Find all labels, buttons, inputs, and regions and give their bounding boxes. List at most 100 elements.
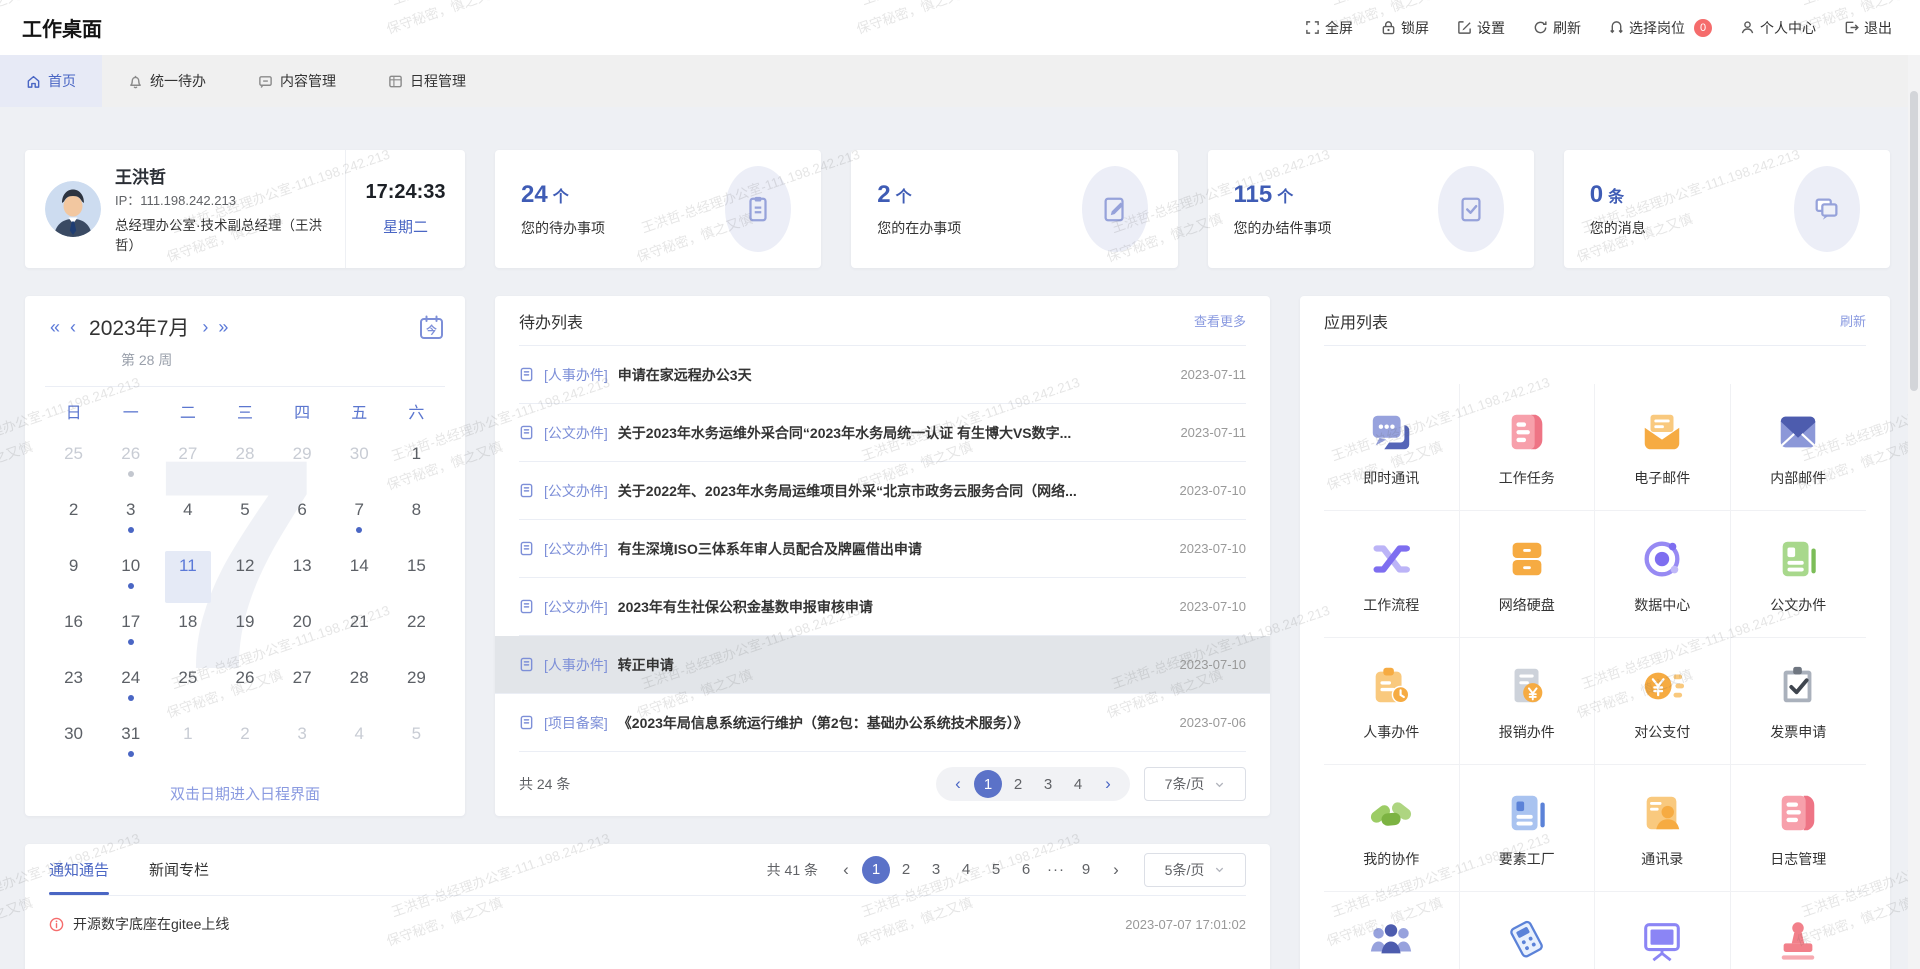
calendar-day[interactable]: 22: [393, 607, 439, 659]
view-more-link[interactable]: 查看更多: [1194, 311, 1246, 330]
calendar-day[interactable]: 13: [279, 551, 325, 603]
todo-item[interactable]: [公文办件]2023年有生社保公积金基数申报审核申请2023-07-10: [519, 578, 1246, 636]
stat-card-1[interactable]: 24个您的待办事项: [495, 150, 821, 268]
calendar-day[interactable]: 2: [222, 719, 268, 771]
nav-tab-1[interactable]: 首页: [0, 55, 102, 107]
calendar-day[interactable]: 1: [165, 719, 211, 771]
page-button[interactable]: 4: [952, 856, 980, 884]
app-item[interactable]: 电子邮件: [1595, 384, 1731, 511]
nav-tab-3[interactable]: 内容管理: [232, 55, 362, 107]
app-item[interactable]: 数据中心: [1595, 511, 1731, 638]
nav-tab-4[interactable]: 日程管理: [362, 55, 492, 107]
page-button[interactable]: 2: [1004, 770, 1032, 798]
page-button[interactable]: 1: [862, 856, 890, 884]
prev-page-button[interactable]: ‹: [832, 856, 860, 884]
calendar-day[interactable]: 23: [51, 663, 97, 715]
calendar-day[interactable]: 29: [393, 663, 439, 715]
calendar-day[interactable]: 5: [393, 719, 439, 771]
prev-year-button[interactable]: «: [45, 318, 65, 336]
todo-item[interactable]: [公文办件]关于2023年水务运维外采合同“2023年水务局统一认证 有生博大V…: [519, 404, 1246, 462]
calendar-day[interactable]: 9: [51, 551, 97, 603]
app-item[interactable]: [1324, 892, 1460, 969]
stat-card-4[interactable]: 0条您的消息: [1564, 150, 1890, 268]
calendar-day[interactable]: 4: [336, 719, 382, 771]
select-post-button[interactable]: 选择岗位0: [1609, 18, 1712, 38]
calendar-day[interactable]: 26: [108, 439, 154, 491]
app-item[interactable]: 网络硬盘: [1460, 511, 1596, 638]
nav-tab-2[interactable]: 统一待办: [102, 55, 232, 107]
calendar-day[interactable]: 1: [393, 439, 439, 491]
notices-page-size-select[interactable]: 5条/页: [1144, 853, 1246, 887]
todo-item[interactable]: [人事办件]申请在家远程办公3天2023-07-11: [519, 346, 1246, 404]
next-page-button[interactable]: ›: [1094, 770, 1122, 798]
stat-card-2[interactable]: 2个您的在办事项: [851, 150, 1177, 268]
calendar-day[interactable]: 14: [336, 551, 382, 603]
app-item[interactable]: 对公支付: [1595, 638, 1731, 765]
calendar-day[interactable]: 18: [165, 607, 211, 659]
calendar-day[interactable]: 8: [393, 495, 439, 547]
calendar-day[interactable]: 29: [279, 439, 325, 491]
page-button[interactable]: 4: [1064, 770, 1092, 798]
todo-item[interactable]: [项目备案]《2023年局信息系统运行维护（第2包：基础办公系统技术服务）》20…: [519, 694, 1246, 752]
calendar-day[interactable]: 25: [165, 663, 211, 715]
todo-item[interactable]: [公文办件]有生深境ISO三体系年审人员配合及牌匾借出申请2023-07-10: [519, 520, 1246, 578]
personal-center-button[interactable]: 个人中心: [1740, 18, 1816, 38]
notice-tab-1[interactable]: 通知通告: [49, 844, 109, 895]
todo-item[interactable]: [人事办件]转正申请2023-07-10: [495, 636, 1270, 694]
app-item[interactable]: 我的协作: [1324, 765, 1460, 892]
app-item[interactable]: 内部邮件: [1731, 384, 1867, 511]
stat-card-3[interactable]: 115个您的办结件事项: [1208, 150, 1534, 268]
app-item[interactable]: 要素工厂: [1460, 765, 1596, 892]
calendar-day[interactable]: 6: [279, 495, 325, 547]
app-item[interactable]: 发票申请: [1731, 638, 1867, 765]
calendar-day[interactable]: 28: [222, 439, 268, 491]
page-button[interactable]: 2: [892, 856, 920, 884]
calendar-day[interactable]: 26: [222, 663, 268, 715]
calendar-day[interactable]: 11: [165, 551, 211, 603]
app-item[interactable]: 工作任务: [1460, 384, 1596, 511]
exit-button[interactable]: 退出: [1844, 18, 1892, 38]
calendar-day[interactable]: 30: [336, 439, 382, 491]
app-item[interactable]: 通讯录: [1595, 765, 1731, 892]
calendar-day[interactable]: 17: [108, 607, 154, 659]
todo-page-size-select[interactable]: 7条/页: [1144, 767, 1246, 801]
app-item[interactable]: 即时通讯: [1324, 384, 1460, 511]
app-item[interactable]: 人事办件: [1324, 638, 1460, 765]
todo-item[interactable]: [公文办件]关于2022年、2023年水务局运维项目外采“北京市政务云服务合同（…: [519, 462, 1246, 520]
fullscreen-button[interactable]: 全屏: [1305, 18, 1353, 38]
app-item[interactable]: [1460, 892, 1596, 969]
calendar-day[interactable]: 27: [279, 663, 325, 715]
next-month-button[interactable]: ›: [197, 318, 213, 336]
settings-button[interactable]: 设置: [1457, 18, 1505, 38]
page-button[interactable]: 1: [974, 770, 1002, 798]
calendar-day[interactable]: 10: [108, 551, 154, 603]
next-page-button[interactable]: ›: [1102, 856, 1130, 884]
page-button[interactable]: 3: [1034, 770, 1062, 798]
app-item[interactable]: [1731, 892, 1867, 969]
app-item[interactable]: 公文办件: [1731, 511, 1867, 638]
calendar-day[interactable]: 28: [336, 663, 382, 715]
page-scrollbar[interactable]: [1908, 55, 1920, 969]
calendar-day[interactable]: 20: [279, 607, 325, 659]
page-button[interactable]: 9: [1072, 856, 1100, 884]
page-button[interactable]: 6: [1012, 856, 1040, 884]
refresh-button[interactable]: 刷新: [1533, 18, 1581, 38]
scrollbar-thumb[interactable]: [1910, 91, 1918, 391]
calendar-day[interactable]: 30: [51, 719, 97, 771]
calendar-day[interactable]: 19: [222, 607, 268, 659]
calendar-day[interactable]: 31: [108, 719, 154, 771]
lock-screen-button[interactable]: 锁屏: [1381, 18, 1429, 38]
calendar-day[interactable]: 25: [51, 439, 97, 491]
calendar-day[interactable]: 27: [165, 439, 211, 491]
calendar-day[interactable]: 21: [336, 607, 382, 659]
prev-page-button[interactable]: ‹: [944, 770, 972, 798]
notice-item[interactable]: 开源数字底座在gitee上线2023-07-07 17:01:02: [49, 900, 1246, 948]
calendar-schedule-link[interactable]: 双击日期进入日程界面: [45, 783, 445, 804]
calendar-day[interactable]: 24: [108, 663, 154, 715]
calendar-day[interactable]: 3: [108, 495, 154, 547]
prev-month-button[interactable]: ‹: [65, 318, 81, 336]
calendar-day[interactable]: 7: [336, 495, 382, 547]
calendar-day[interactable]: 12: [222, 551, 268, 603]
calendar-day[interactable]: 5: [222, 495, 268, 547]
app-item[interactable]: 工作流程: [1324, 511, 1460, 638]
